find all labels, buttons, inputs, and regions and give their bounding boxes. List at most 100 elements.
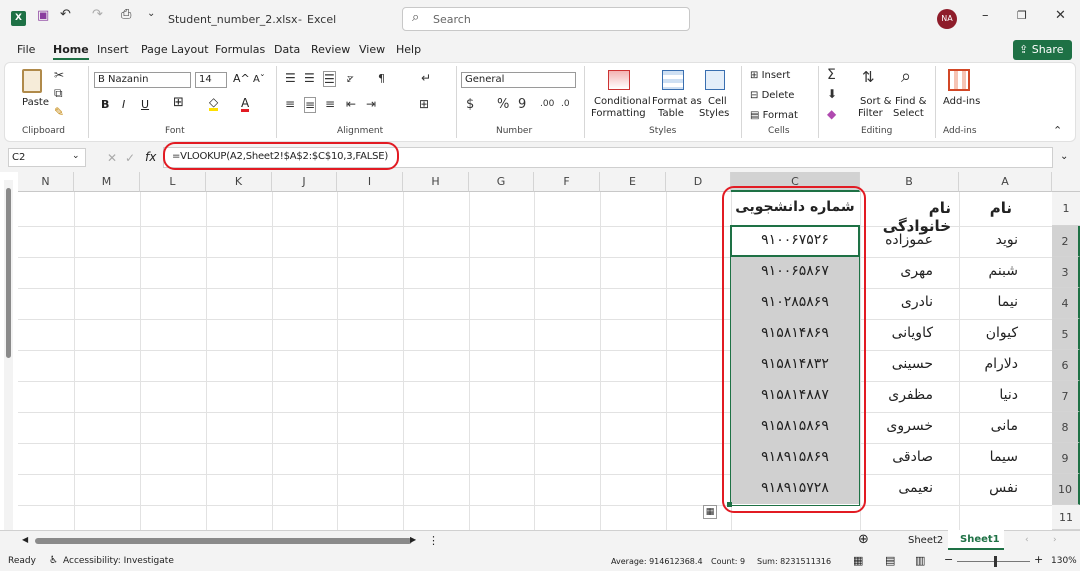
- row-header-7[interactable]: 7: [1052, 381, 1080, 412]
- quick-analysis-icon[interactable]: ▦: [703, 505, 717, 519]
- cell-styles-label[interactable]: Cell: [708, 96, 727, 107]
- align-top-icon[interactable]: ☰: [285, 71, 296, 85]
- format-painter-icon[interactable]: ✎: [54, 105, 64, 119]
- horizontal-scrollbar[interactable]: [35, 538, 412, 544]
- wrap-text-icon[interactable]: ↵: [421, 71, 431, 85]
- cell-a3[interactable]: شبنم: [959, 263, 1019, 279]
- paste-button[interactable]: Paste: [22, 97, 49, 108]
- accessibility-icon[interactable]: ♿: [49, 555, 58, 566]
- share-button[interactable]: ⇪ Share: [1013, 40, 1072, 60]
- menu-page-layout[interactable]: Page Layout: [141, 43, 209, 56]
- format-as-table-label[interactable]: Format as: [652, 96, 702, 107]
- column-header-i[interactable]: I: [337, 172, 403, 192]
- row-header-5[interactable]: 5: [1052, 319, 1080, 350]
- column-header-g[interactable]: G: [469, 172, 534, 192]
- vertical-scrollbar[interactable]: [4, 180, 13, 532]
- paste-icon[interactable]: [22, 69, 42, 93]
- menu-review[interactable]: Review: [311, 43, 350, 56]
- cell-a6[interactable]: دلارام: [959, 356, 1018, 372]
- format-cells-button[interactable]: ▤ Format: [750, 110, 798, 121]
- avatar[interactable]: NA: [937, 9, 957, 29]
- column-header-f[interactable]: F: [534, 172, 600, 192]
- scroll-right-icon[interactable]: ▶: [410, 535, 416, 544]
- collapse-ribbon-icon[interactable]: ⌃: [1053, 124, 1062, 137]
- sort-filter-label[interactable]: Sort &: [860, 96, 891, 107]
- column-header-d[interactable]: D: [666, 172, 731, 192]
- grow-font-icon[interactable]: A^: [233, 73, 250, 84]
- fill-icon[interactable]: ⬇: [827, 87, 837, 101]
- enter-icon[interactable]: ✓: [125, 151, 135, 165]
- italic-icon[interactable]: I: [122, 99, 125, 110]
- column-header-k[interactable]: K: [206, 172, 272, 192]
- row-header-6[interactable]: 6: [1052, 350, 1080, 381]
- vertical-scroll-thumb[interactable]: [6, 188, 11, 358]
- name-box-dropdown-icon[interactable]: ⌄: [72, 151, 80, 161]
- column-header-h[interactable]: H: [403, 172, 469, 192]
- decrease-decimal-icon[interactable]: .0: [561, 99, 570, 109]
- align-right-icon[interactable]: ≡: [325, 97, 335, 111]
- bold-icon[interactable]: B: [101, 99, 109, 110]
- cell-a7[interactable]: دنیا: [959, 387, 1018, 403]
- row-header-2[interactable]: 2: [1052, 226, 1080, 257]
- redo-icon[interactable]: ↷: [92, 7, 103, 22]
- percent-icon[interactable]: %: [497, 97, 509, 112]
- tab-scroll-right-icon[interactable]: ›: [1053, 535, 1057, 545]
- row-header-8[interactable]: 8: [1052, 412, 1080, 443]
- decrease-indent-icon[interactable]: ⇤: [346, 97, 356, 111]
- conditional-formatting-label[interactable]: Conditional: [594, 96, 651, 107]
- column-header-b[interactable]: B: [860, 172, 959, 192]
- scroll-left-icon[interactable]: ◀: [22, 535, 28, 544]
- expand-formula-icon[interactable]: ⌄: [1060, 151, 1068, 162]
- zoom-level[interactable]: 130%: [1051, 556, 1077, 566]
- restore-icon[interactable]: ❐: [1017, 9, 1027, 22]
- currency-icon[interactable]: $: [466, 97, 474, 112]
- conditional-formatting-icon[interactable]: [608, 70, 630, 90]
- format-as-table-label-2[interactable]: Table: [658, 108, 684, 119]
- font-color-icon[interactable]: A: [241, 97, 250, 112]
- orientation-icon[interactable]: ⦫: [347, 71, 354, 86]
- select-all-corner[interactable]: [1052, 172, 1080, 192]
- autosum-icon[interactable]: Σ: [827, 67, 836, 83]
- cell-a4[interactable]: نیما: [959, 294, 1018, 310]
- row-header-3[interactable]: 3: [1052, 257, 1080, 288]
- increase-decimal-icon[interactable]: .00: [540, 99, 554, 109]
- zoom-out-icon[interactable]: −: [944, 553, 953, 566]
- row-header-1[interactable]: 1: [1052, 192, 1080, 226]
- cell-a9[interactable]: سیما: [959, 449, 1018, 465]
- conditional-formatting-label-2[interactable]: Formatting: [591, 108, 646, 119]
- find-select-icon[interactable]: ⌕: [901, 66, 911, 87]
- cell-styles-icon[interactable]: [705, 70, 725, 90]
- cell-b3[interactable]: مهری: [860, 263, 933, 279]
- menu-help[interactable]: Help: [396, 43, 421, 56]
- row-header-11[interactable]: 11: [1052, 505, 1080, 530]
- insert-cells-button[interactable]: ⊞ Insert: [750, 70, 790, 81]
- find-select-label[interactable]: Find &: [895, 96, 926, 107]
- menu-data[interactable]: Data: [274, 43, 300, 56]
- cancel-icon[interactable]: ✕: [107, 151, 117, 165]
- customize-qat-icon[interactable]: ⌄: [147, 8, 155, 19]
- new-sheet-icon[interactable]: ⊕: [858, 532, 869, 547]
- cell-b8[interactable]: خسروی: [860, 418, 933, 434]
- cell-b4[interactable]: نادری: [860, 294, 933, 310]
- column-header-e[interactable]: E: [600, 172, 666, 192]
- align-left-icon[interactable]: ≡: [285, 97, 295, 111]
- borders-icon[interactable]: ⊞: [173, 96, 184, 109]
- font-name-dropdown[interactable]: B Nazanin: [94, 72, 191, 88]
- addins-icon[interactable]: [948, 69, 970, 91]
- normal-view-icon[interactable]: ▦: [853, 554, 863, 567]
- align-middle-icon[interactable]: ☰: [304, 71, 315, 85]
- menu-insert[interactable]: Insert: [97, 43, 129, 56]
- increase-indent-icon[interactable]: ⇥: [366, 97, 376, 111]
- cell-a2[interactable]: نوید: [959, 232, 1018, 248]
- cell-b7[interactable]: مظفری: [860, 387, 933, 403]
- search-box[interactable]: ⌕ Search: [402, 7, 690, 31]
- addins-button[interactable]: Add-ins: [943, 96, 980, 107]
- find-select-label-2[interactable]: Select: [893, 108, 924, 119]
- cell-a10[interactable]: نفس: [959, 480, 1018, 496]
- align-center-icon[interactable]: ≡: [304, 97, 317, 113]
- sort-filter-icon[interactable]: ⇅: [862, 68, 875, 86]
- merge-center-icon[interactable]: ⊞: [419, 97, 429, 111]
- format-as-table-icon[interactable]: [662, 70, 684, 90]
- shrink-font-icon[interactable]: Aˇ: [253, 74, 265, 85]
- status-accessibility[interactable]: Accessibility: Investigate: [63, 556, 174, 566]
